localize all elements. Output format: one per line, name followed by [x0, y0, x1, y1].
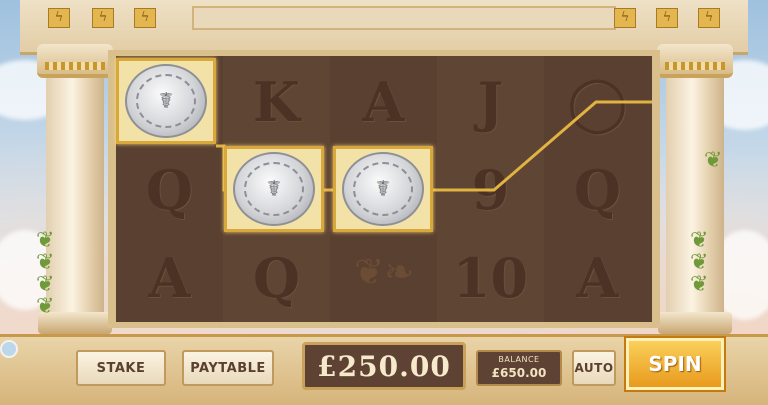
stake-display[interactable]: £250.00	[302, 342, 466, 390]
balance-display: BALANCE £650.00	[476, 350, 562, 386]
scroll-coin-icon: ☤	[233, 152, 315, 226]
spin-button[interactable]: SPIN	[626, 338, 724, 390]
auto-button[interactable]: AUTO	[572, 350, 616, 386]
scroll-coin-icon: ☤	[125, 64, 207, 138]
scroll-coin-icon: ☤	[342, 152, 424, 226]
paytable-button[interactable]: PAYTABLE	[182, 350, 274, 386]
winning-symbol-reel1: ☤	[116, 58, 216, 144]
winning-symbol-reel2: ☤	[224, 146, 324, 232]
stake-button[interactable]: STAKE	[76, 350, 166, 386]
balance-value: £650.00	[491, 366, 547, 380]
balance-label: BALANCE	[498, 355, 540, 364]
stake-value: £250.00	[317, 349, 451, 383]
settings-knob-icon[interactable]	[0, 340, 18, 358]
winning-symbol-reel3: ☤	[333, 146, 433, 232]
